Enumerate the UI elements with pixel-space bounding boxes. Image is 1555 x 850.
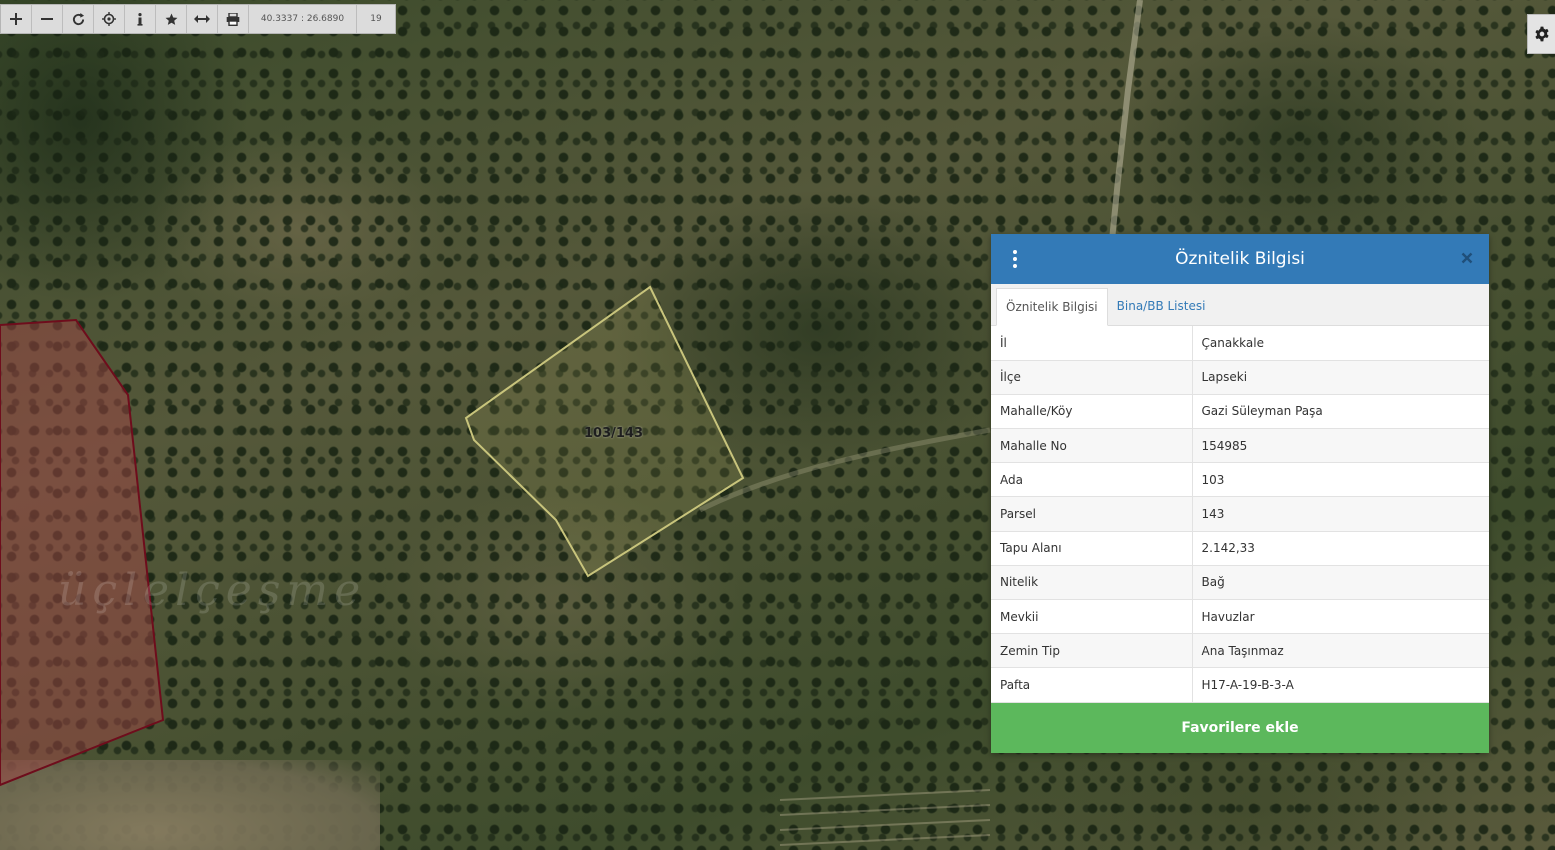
map-toolbar: 40.3337 : 26.6890 19: [0, 4, 396, 34]
info-icon: [137, 12, 143, 26]
attribute-value: Çanakkale: [1192, 326, 1489, 361]
gear-icon: [1534, 26, 1549, 42]
panel-header: Öznitelik Bilgisi: [991, 234, 1489, 284]
parcel-number-label: 103/143: [584, 426, 644, 441]
zoom-out-button[interactable]: [32, 5, 63, 33]
locate-icon: [102, 12, 116, 26]
table-row: Parsel 143: [991, 496, 1489, 532]
close-icon: [1461, 252, 1473, 264]
zoom-level-readout: 19: [370, 14, 382, 24]
table-row: Tapu Alanı 2.142,33: [991, 531, 1489, 566]
place-name-label: üçlelçeşme: [58, 565, 367, 616]
settings-button[interactable]: [1527, 14, 1555, 54]
favorites-button[interactable]: [156, 5, 187, 33]
attribute-value: Ana Taşınmaz: [1192, 633, 1489, 669]
attribute-key: Tapu Alanı: [991, 531, 1193, 566]
panel-title: Öznitelik Bilgisi: [1175, 249, 1305, 269]
add-to-favorites-button[interactable]: Favorilere ekle: [991, 703, 1489, 753]
table-row: Mevkii Havuzlar: [991, 599, 1489, 635]
attribute-table: İl Çanakkale İlçe Lapseki Mahalle/Köy Gazi …: [991, 326, 1489, 703]
panel-menu-button[interactable]: [1005, 249, 1025, 269]
terrace-lines: [779, 789, 991, 846]
attribute-value: 103: [1192, 462, 1489, 498]
attribute-value: Havuzlar: [1192, 599, 1489, 635]
attribute-panel: Öznitelik Bilgisi Öznitelik Bilgisi Bina…: [991, 234, 1489, 753]
attribute-key: Mevkii: [991, 599, 1193, 635]
attribute-value: 2.142,33: [1192, 531, 1489, 566]
vertical-dots-icon: [1013, 250, 1017, 254]
tab-building-list[interactable]: Bina/BB Listesi: [1108, 287, 1215, 325]
print-icon: [226, 12, 240, 26]
attribute-value: Gazi Süleyman Paşa: [1192, 394, 1489, 430]
zoom-in-button[interactable]: [1, 5, 32, 33]
attribute-key: Nitelik: [991, 565, 1193, 601]
attribute-key: İl: [991, 326, 1193, 361]
attribute-value: 154985: [1192, 428, 1489, 464]
attribute-key: Zemin Tip: [991, 633, 1193, 669]
refresh-icon: [72, 12, 84, 25]
attribute-value: H17-A-19-B-3-A: [1192, 667, 1489, 703]
refresh-button[interactable]: [63, 5, 94, 33]
table-row: İl Çanakkale: [991, 326, 1489, 361]
measure-icon: [194, 15, 210, 23]
panel-tabs: Öznitelik Bilgisi Bina/BB Listesi: [991, 284, 1489, 326]
attribute-key: Pafta: [991, 667, 1193, 703]
attribute-key: İlçe: [991, 360, 1193, 395]
attribute-key: Ada: [991, 462, 1193, 498]
table-row: Pafta H17-A-19-B-3-A: [991, 667, 1489, 703]
panel-close-button[interactable]: [1457, 248, 1477, 268]
tab-attribute-info[interactable]: Öznitelik Bilgisi: [996, 288, 1108, 326]
star-icon: [165, 13, 177, 25]
table-row: Mahalle No 154985: [991, 428, 1489, 464]
attribute-key: Mahalle/Köy: [991, 394, 1193, 430]
table-row: Zemin Tip Ana Taşınmaz: [991, 633, 1489, 669]
coordinate-readout: 40.3337 : 26.6890: [249, 5, 357, 33]
print-button[interactable]: [218, 5, 249, 33]
locate-button[interactable]: [94, 5, 125, 33]
attribute-key: Mahalle No: [991, 428, 1193, 464]
road-path: [1109, 0, 1143, 241]
attribute-value: Lapseki: [1192, 360, 1489, 395]
attribute-value: Bağ: [1192, 565, 1489, 601]
measure-button[interactable]: [187, 5, 218, 33]
attribute-value: 143: [1192, 496, 1489, 532]
table-row: Ada 103: [991, 462, 1489, 498]
table-row: İlçe Lapseki: [991, 360, 1489, 395]
track-path: [698, 427, 991, 513]
neighbor-parcel[interactable]: [0, 318, 165, 787]
table-row: Nitelik Bağ: [991, 565, 1489, 601]
zoom-out-icon: [41, 18, 53, 20]
zoom-in-icon: [10, 13, 22, 25]
attribute-key: Parsel: [991, 496, 1193, 532]
table-row: Mahalle/Köy Gazi Süleyman Paşa: [991, 394, 1489, 430]
info-button[interactable]: [125, 5, 156, 33]
